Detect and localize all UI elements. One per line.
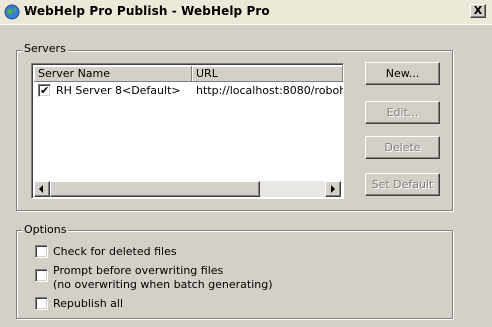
globe-icon — [4, 4, 20, 20]
prompt-overwrite-checkbox[interactable] — [35, 269, 48, 282]
server-checkbox[interactable]: ✔ — [38, 84, 51, 97]
publish-dialog: WebHelp Pro Publish - WebHelp Pro X Serv… — [0, 0, 492, 327]
servers-group-label: Servers — [22, 42, 68, 55]
scroll-right-button[interactable] — [325, 181, 341, 197]
delete-server-button[interactable]: Delete — [365, 136, 440, 159]
server-url-cell: http://localhost:8080/robohelp — [196, 84, 343, 97]
scroll-left-button[interactable] — [34, 181, 50, 197]
edit-server-button[interactable]: Edit... — [365, 101, 440, 124]
arrow-right-icon — [331, 185, 335, 193]
server-list-header: Server Name URL — [34, 66, 343, 82]
new-server-button[interactable]: New... — [365, 62, 440, 85]
prompt-overwrite-sublabel: (no overwriting when batch generating) — [53, 278, 273, 291]
window-title: WebHelp Pro Publish - WebHelp Pro — [24, 4, 270, 18]
arrow-left-icon — [39, 185, 43, 193]
republish-all-label: Republish all — [53, 297, 124, 310]
republish-all-checkbox[interactable] — [35, 297, 48, 310]
horizontal-scrollbar[interactable] — [34, 181, 341, 197]
server-name-cell: RH Server 8<Default> — [56, 84, 181, 97]
column-header-url[interactable]: URL — [192, 66, 343, 82]
check-deleted-checkbox[interactable] — [35, 245, 48, 258]
prompt-overwrite-label: Prompt before overwriting files — [53, 264, 224, 277]
title-bar: WebHelp Pro Publish - WebHelp Pro X — [0, 0, 492, 25]
set-default-button[interactable]: Set Default — [365, 173, 440, 196]
scroll-thumb[interactable] — [50, 181, 260, 197]
close-button[interactable]: X — [470, 4, 486, 18]
check-deleted-label: Check for deleted files — [53, 245, 177, 258]
options-group-label: Options — [22, 223, 69, 236]
table-row[interactable]: ✔ RH Server 8<Default> http://localhost:… — [34, 83, 343, 99]
checkmark-icon: ✔ — [40, 84, 50, 97]
column-header-server-name[interactable]: Server Name — [34, 66, 192, 82]
server-list[interactable]: Server Name URL ✔ RH Server 8<Default> h… — [31, 63, 344, 199]
